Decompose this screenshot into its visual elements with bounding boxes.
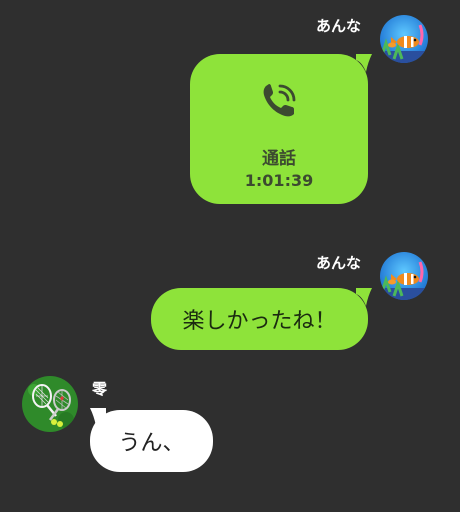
sender-name: あんな — [316, 17, 362, 35]
sender-name: 零 — [92, 380, 108, 398]
call-label: 通話 — [262, 149, 296, 169]
call-duration: 1:01:39 — [244, 171, 314, 190]
message-text: うん、 — [118, 431, 185, 456]
message-text: 楽しかったね！ — [182, 309, 337, 334]
bubble-tail — [356, 288, 372, 306]
anna-avatar[interactable] — [380, 252, 428, 300]
phone-icon — [256, 78, 302, 124]
message-bubble[interactable]: うん、 — [90, 410, 213, 472]
rei-avatar[interactable] — [22, 376, 78, 432]
sender-name: あんな — [316, 254, 362, 272]
call-bubble[interactable]: 通話 1:01:39 — [190, 54, 368, 204]
bubble-tail — [356, 54, 372, 72]
message-bubble[interactable]: 楽しかったね！ — [151, 288, 368, 350]
anna-avatar[interactable] — [380, 15, 428, 63]
